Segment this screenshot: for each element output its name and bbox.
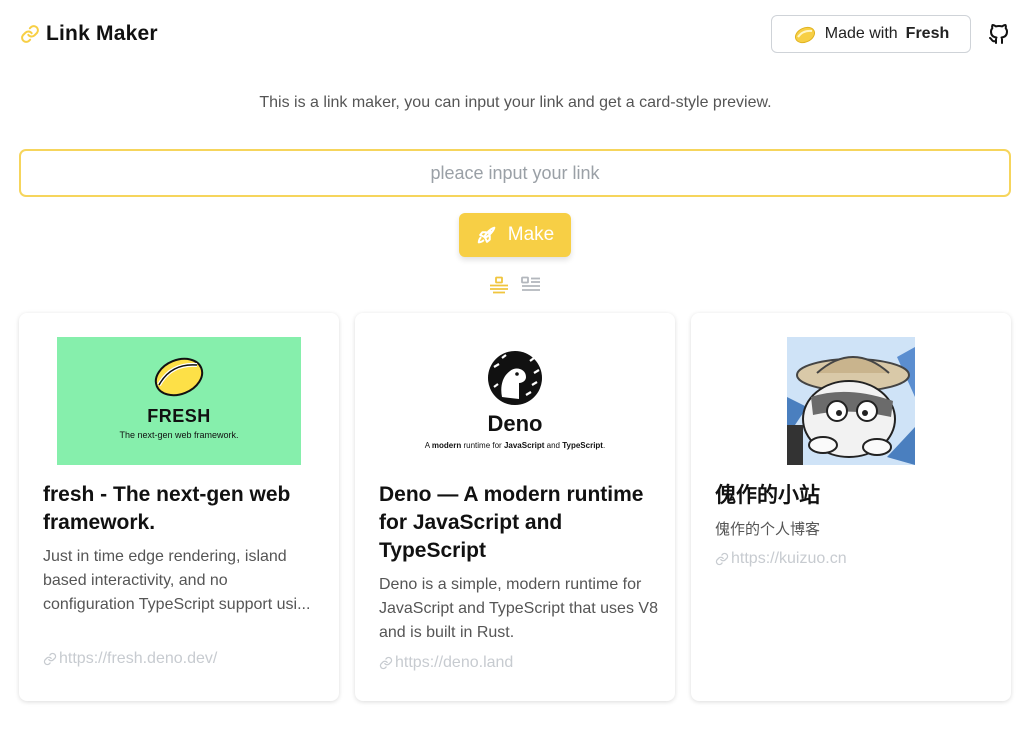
card-link-text: https://kuizuo.cn: [731, 550, 847, 567]
deno-subtitle-part: JavaScript: [503, 441, 545, 450]
card-link[interactable]: https://deno.land: [379, 654, 513, 672]
preview-card-kuizuo[interactable]: 傀作的小站 傀作的个人博客 https://kuizuo.cn: [691, 313, 1011, 701]
card-title[interactable]: fresh - The next-gen web framework.: [43, 481, 323, 537]
list-layout-icon[interactable]: [521, 276, 541, 294]
card-description: 傀作的个人博客: [715, 520, 821, 538]
card-description: Deno is a simple, modern runtime for Jav…: [379, 576, 658, 641]
app-title: Link Maker: [46, 22, 158, 45]
fresh-preview-image: FRESH The next-gen web framework.: [57, 337, 301, 465]
deno-subtitle-part: runtime for: [461, 441, 504, 450]
link-icon: [715, 552, 729, 566]
deno-image-subtitle: A modern runtime for JavaScript and Type…: [393, 441, 637, 450]
card-link-text: https://fresh.deno.dev/: [59, 650, 218, 667]
made-with-brand: Fresh: [905, 25, 950, 42]
fresh-image-subtitle: The next-gen web framework.: [119, 430, 239, 440]
card-title[interactable]: 傀作的小站: [715, 481, 995, 509]
link-icon: [43, 652, 57, 666]
deno-preview-image: Deno A modern runtime for JavaScript and…: [393, 337, 637, 465]
card-link-text: https://deno.land: [395, 654, 514, 671]
link-input[interactable]: [19, 149, 1011, 197]
lemon-icon: [793, 22, 817, 46]
make-button-label: Make: [507, 224, 555, 245]
deno-subtitle-part: modern: [431, 441, 462, 450]
intro-description: This is a link maker, you can input your…: [259, 94, 772, 111]
deno-subtitle-part: A: [424, 441, 432, 450]
link-icon: [379, 656, 393, 670]
preview-card-fresh[interactable]: FRESH The next-gen web framework. fresh …: [19, 313, 339, 701]
github-icon[interactable]: [987, 22, 1011, 46]
deno-subtitle-part: and: [544, 441, 563, 450]
fresh-image-title: FRESH: [147, 406, 211, 426]
card-link[interactable]: https://kuizuo.cn: [715, 550, 847, 568]
preview-card-deno[interactable]: Deno A modern runtime for JavaScript and…: [355, 313, 675, 701]
rocket-icon: [476, 224, 498, 246]
app-brand[interactable]: Link Maker: [20, 22, 158, 46]
card-description: Just in time edge rendering, island base…: [43, 548, 311, 613]
card-link[interactable]: https://fresh.deno.dev/: [43, 650, 217, 668]
avatar-image: [787, 337, 915, 465]
make-button[interactable]: Make: [459, 213, 571, 257]
header: Link Maker Made with Fresh: [0, 0, 1035, 68]
lemon-logo-icon: [151, 353, 207, 399]
card-title[interactable]: Deno — A modern runtime for JavaScript a…: [379, 481, 659, 565]
made-with-prefix: Made with: [824, 25, 898, 42]
deno-subtitle-part: TypeScript: [562, 441, 603, 450]
deno-logo-icon: [486, 349, 544, 407]
deno-image-title: Deno: [487, 411, 543, 436]
deno-subtitle-part: .: [602, 441, 606, 450]
made-with-fresh-button[interactable]: Made with Fresh: [771, 15, 971, 53]
link-icon: [20, 24, 40, 44]
center-layout-icon[interactable]: [489, 276, 509, 294]
